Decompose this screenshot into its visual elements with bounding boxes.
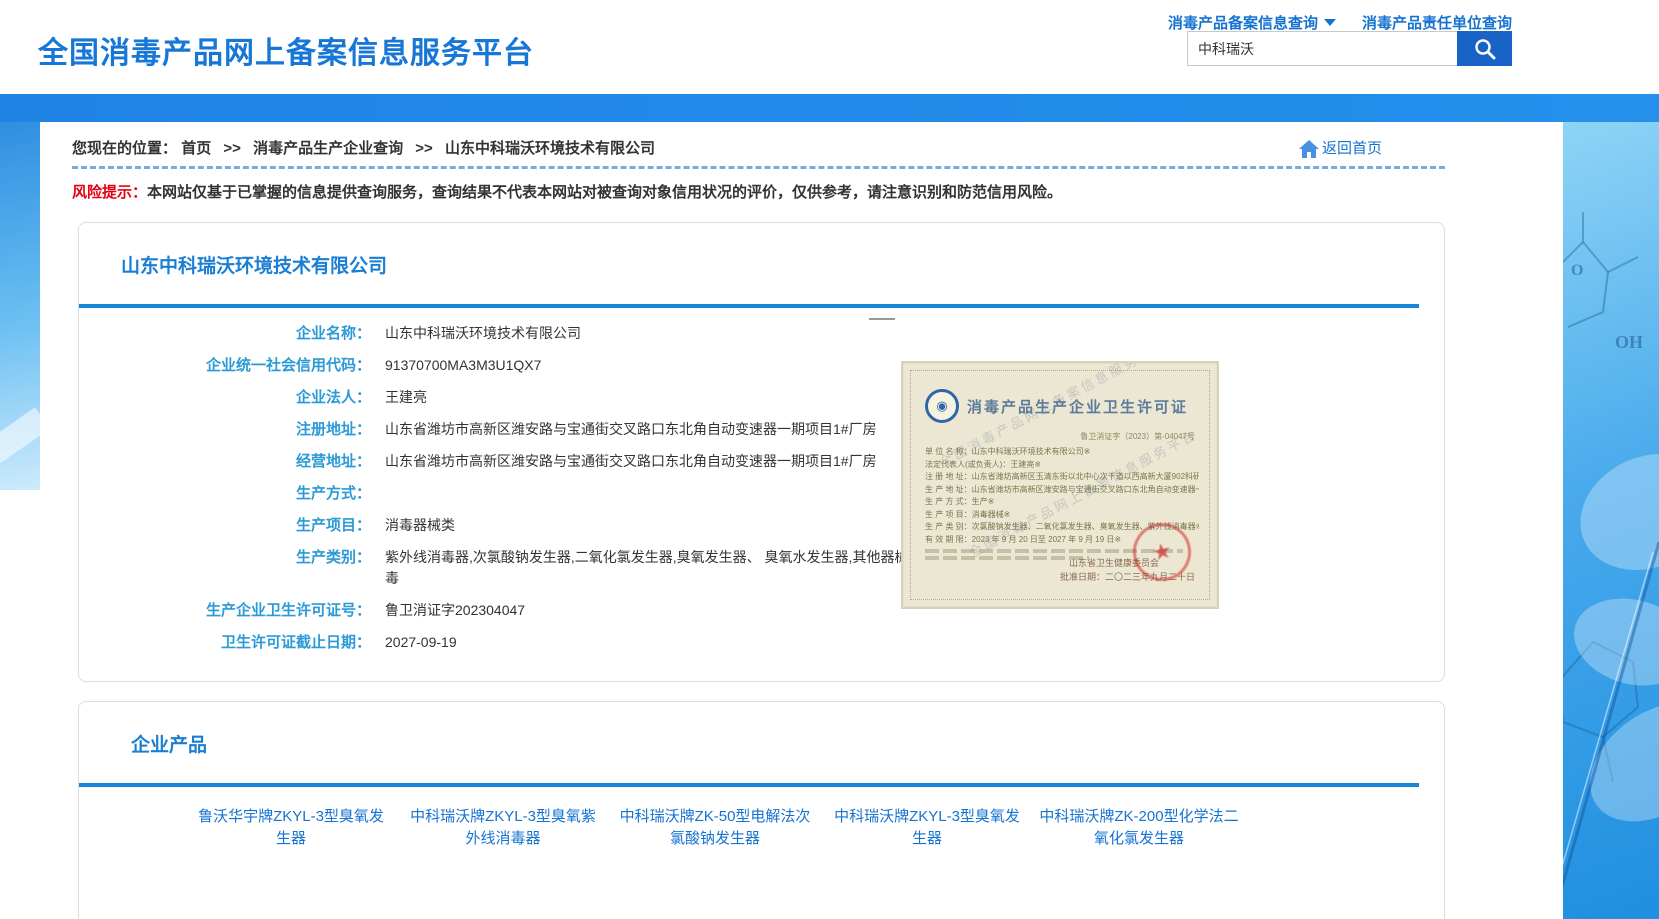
home-icon — [1298, 139, 1320, 159]
products-card-rule — [79, 783, 1419, 787]
certificate-line-production-project: 生 产 项 目：消毒器械※ — [925, 509, 1199, 522]
certificate-top-dash — [869, 318, 895, 320]
field-label: 生产项目： — [79, 515, 371, 536]
molecule-oh-label: OH — [1615, 332, 1643, 353]
main-content: 您现在的位置： 首页 >> 消毒产品生产企业查询 >> 山东中科瑞沃环境技术有限… — [40, 122, 1563, 919]
breadcrumb-prefix: 您现在的位置： — [72, 140, 177, 157]
field-value: 2027-09-19 — [385, 632, 457, 653]
left-decor-shape — [0, 407, 40, 463]
breadcrumb-home-link[interactable]: 首页 — [181, 140, 211, 157]
field-row-production-project: 生产项目： 消毒器械类 — [79, 515, 939, 536]
certificate-line-legal-rep: 法定代表人(或负责人)：王建亮※ — [925, 459, 1199, 472]
company-info-card: 山东中科瑞沃环境技术有限公司 企业名称： 山东中科瑞沃环境技术有限公司 企业统一… — [78, 222, 1445, 682]
nav-link-record-info-query[interactable]: 消毒产品备案信息查询 — [1168, 12, 1336, 33]
search-bar — [1187, 31, 1512, 66]
field-value: 王建亮 — [385, 387, 427, 408]
product-link[interactable]: 中科瑞沃牌ZK-50型电解法次氯酸钠发生器 — [609, 806, 821, 850]
field-label: 企业名称： — [79, 323, 371, 344]
top-nav: 消毒产品备案信息查询 消毒产品责任单位查询 — [1168, 12, 1512, 33]
breadcrumb: 您现在的位置： 首页 >> 消毒产品生产企业查询 >> 山东中科瑞沃环境技术有限… — [72, 134, 1482, 164]
field-row-registered-address: 注册地址： 山东省潍坊市高新区潍安路与宝通街交叉路口东北角自动变速器一期项目1#… — [79, 419, 939, 440]
product-link[interactable]: 中科瑞沃牌ZKYL-3型臭氧发生器 — [821, 806, 1033, 850]
field-label: 生产方式： — [79, 483, 371, 504]
company-card-rule — [79, 304, 1419, 308]
header-band — [0, 94, 1659, 122]
risk-notice-label: 风险提示： — [72, 184, 147, 201]
field-value: 91370700MA3M3U1QX7 — [385, 355, 541, 376]
risk-notice-text: 本网站仅基于已掌握的信息提供查询服务，查询结果不代表本网站对被查询对象信用状况的… — [147, 184, 1062, 201]
nav-link-record-info-label: 消毒产品备案信息查询 — [1168, 12, 1318, 33]
breadcrumb-current: 山东中科瑞沃环境技术有限公司 — [445, 140, 655, 157]
nav-link-responsible-unit-label: 消毒产品责任单位查询 — [1362, 12, 1512, 33]
product-link[interactable]: 中科瑞沃牌ZKYL-3型臭氧紫外线消毒器 — [397, 806, 609, 850]
certificate-line-unit-name: 单 位 名 称：山东中科瑞沃环境技术有限公司※ — [925, 446, 1199, 459]
chevron-down-icon — [1324, 19, 1336, 26]
certificate-line-registered-address: 注 册 地 址：山东省潍坊高新区玉清东街以北中心次干道以西高新大厦902科研楼 — [925, 471, 1199, 484]
company-card-title: 山东中科瑞沃环境技术有限公司 — [121, 251, 387, 278]
field-value: 鲁卫消证字202304047 — [385, 600, 525, 621]
field-label: 注册地址： — [79, 419, 371, 440]
field-value: 紫外线消毒器,次氯酸钠发生器,二氧化氯发生器,臭氧发生器、 臭氧水发生器,其他器… — [385, 547, 930, 589]
certificate-title: 消毒产品生产企业卫生许可证 — [967, 396, 1188, 417]
field-row-business-address: 经营地址： 山东省潍坊市高新区潍安路与宝通街交叉路口东北角自动变速器一期项目1#… — [79, 451, 939, 472]
right-background-decoration: O OH — [1563, 122, 1659, 919]
hygiene-license-certificate-image: ◉ 消毒产品生产企业卫生许可证 鲁卫消证字（2023）第-04047号 单 位 … — [901, 361, 1219, 609]
field-row-company-name: 企业名称： 山东中科瑞沃环境技术有限公司 — [79, 323, 939, 344]
site-title: 全国消毒产品网上备案信息服务平台 — [38, 28, 534, 72]
field-value: 山东省潍坊市高新区潍安路与宝通街交叉路口东北角自动变速器一期项目1#厂房 — [385, 451, 877, 472]
products-grid: 鲁沃华宇牌ZKYL-3型臭氧发生器 中科瑞沃牌ZKYL-3型臭氧紫外线消毒器 中… — [185, 806, 1285, 866]
chemistry-decoration — [1563, 122, 1659, 919]
breadcrumb-separator: >> — [223, 140, 241, 157]
molecule-o-label: O — [1571, 262, 1583, 280]
field-row-production-category: 生产类别： 紫外线消毒器,次氯酸钠发生器,二氧化氯发生器,臭氧发生器、 臭氧水发… — [79, 547, 939, 589]
field-row-license-expiry-date: 卫生许可证截止日期： 2027-09-19 — [79, 632, 939, 653]
certificate-header: ◉ 消毒产品生产企业卫生许可证 — [925, 389, 1199, 423]
company-fields: 企业名称： 山东中科瑞沃环境技术有限公司 企业统一社会信用代码： 9137070… — [79, 323, 939, 664]
breadcrumb-company-query-link[interactable]: 消毒产品生产企业查询 — [253, 140, 403, 157]
dashed-divider — [72, 166, 1445, 169]
field-label: 生产企业卫生许可证号： — [79, 600, 371, 621]
search-icon — [1472, 36, 1498, 62]
back-home-link[interactable]: 返回首页 — [1298, 134, 1382, 164]
nav-link-responsible-unit-query[interactable]: 消毒产品责任单位查询 — [1362, 12, 1512, 33]
field-value: 山东省潍坊市高新区潍安路与宝通街交叉路口东北角自动变速器一期项目1#厂房 — [385, 419, 877, 440]
field-row-hygiene-license-number: 生产企业卫生许可证号： 鲁卫消证字202304047 — [79, 600, 939, 621]
site-header: 全国消毒产品网上备案信息服务平台 消毒产品备案信息查询 消毒产品责任单位查询 — [0, 0, 1659, 94]
breadcrumb-row: 您现在的位置： 首页 >> 消毒产品生产企业查询 >> 山东中科瑞沃环境技术有限… — [72, 134, 1482, 164]
field-value: 消毒器械类 — [385, 515, 455, 536]
certificate-line-production-address: 生 产 地 址：山东省潍坊市高新区潍安路与宝通街交叉路口东北角自动变速器一期项目… — [925, 484, 1199, 497]
left-background-decoration — [0, 122, 40, 490]
field-label: 企业统一社会信用代码： — [79, 355, 371, 376]
certificate-line-production-method: 生 产 方 式：生产※ — [925, 496, 1199, 509]
search-button[interactable] — [1457, 31, 1512, 66]
certificate-inner-border: ◉ 消毒产品生产企业卫生许可证 鲁卫消证字（2023）第-04047号 单 位 … — [910, 370, 1210, 600]
field-value: 山东中科瑞沃环境技术有限公司 — [385, 323, 581, 344]
product-link[interactable]: 鲁沃华宇牌ZKYL-3型臭氧发生器 — [185, 806, 397, 850]
field-label: 生产类别： — [79, 547, 371, 589]
company-products-card: 企业产品 鲁沃华宇牌ZKYL-3型臭氧发生器 中科瑞沃牌ZKYL-3型臭氧紫外线… — [78, 701, 1445, 919]
breadcrumb-separator: >> — [415, 140, 433, 157]
field-label: 卫生许可证截止日期： — [79, 632, 371, 653]
field-row-credit-code: 企业统一社会信用代码： 91370700MA3M3U1QX7 — [79, 355, 939, 376]
field-label: 企业法人： — [79, 387, 371, 408]
products-card-title: 企业产品 — [131, 730, 207, 757]
search-input[interactable] — [1187, 31, 1457, 66]
certificate-number: 鲁卫消证字（2023）第-04047号 — [925, 431, 1195, 442]
field-row-production-method: 生产方式： — [79, 483, 939, 504]
page: 全国消毒产品网上备案信息服务平台 消毒产品备案信息查询 消毒产品责任单位查询 — [0, 0, 1659, 919]
product-link[interactable]: 中科瑞沃牌ZK-200型化学法二氧化氯发生器 — [1033, 806, 1245, 850]
back-home-label: 返回首页 — [1322, 134, 1382, 164]
field-label: 经营地址： — [79, 451, 371, 472]
field-row-legal-person: 企业法人： 王建亮 — [79, 387, 939, 408]
national-emblem-icon: ◉ — [925, 389, 959, 423]
risk-notice: 风险提示：本网站仅基于已掌握的信息提供查询服务，查询结果不代表本网站对被查询对象… — [72, 182, 1482, 204]
